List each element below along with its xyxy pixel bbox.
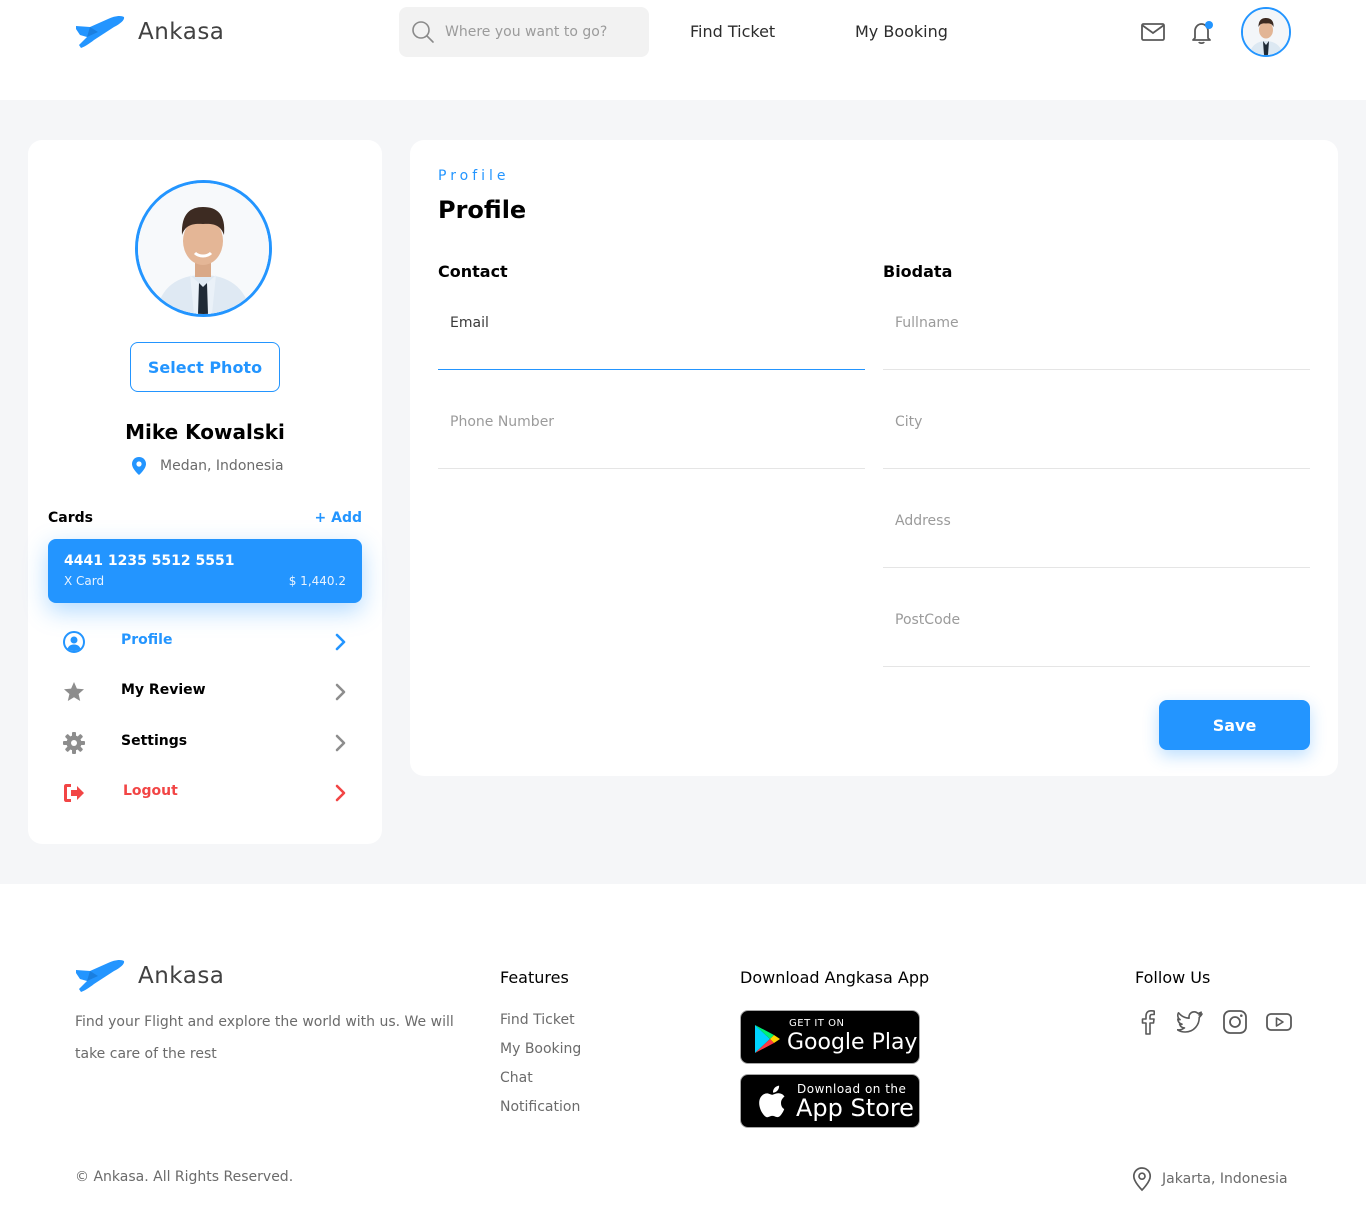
select-photo-button[interactable]: Select Photo (130, 342, 280, 392)
google-play-icon (755, 1025, 780, 1053)
nav-find-ticket[interactable]: Find Ticket (690, 22, 775, 41)
profile-photo-image (138, 183, 269, 314)
email-input[interactable] (450, 338, 850, 360)
avatar-image (1243, 9, 1289, 55)
card-type: X Card (64, 574, 105, 588)
logo[interactable]: Ankasa (74, 14, 224, 50)
user-location-text: Medan, Indonesia (160, 458, 284, 474)
email-label: Email (450, 315, 489, 331)
sidebar-item-profile[interactable]: Profile (48, 622, 362, 662)
chevron-right-icon (335, 784, 346, 802)
google-play-big: Google Play (787, 1030, 918, 1055)
city-input[interactable] (895, 437, 1295, 459)
copyright: © Ankasa. All Rights Reserved. (75, 1169, 294, 1185)
chevron-right-icon (335, 633, 346, 651)
search-input[interactable] (445, 17, 640, 47)
google-play-badge[interactable]: GET IT ON Google Play (740, 1010, 920, 1064)
app-store-big: App Store (796, 1094, 914, 1122)
fullname-field[interactable]: Fullname (883, 290, 1310, 370)
footer-link-my-booking[interactable]: My Booking (500, 1041, 581, 1057)
plane-logo-icon (76, 959, 125, 992)
fullname-label: Fullname (895, 315, 959, 331)
youtube-icon[interactable] (1265, 1008, 1293, 1036)
star-icon (64, 682, 84, 701)
user-name: Mike Kowalski (125, 420, 285, 444)
chevron-right-icon (335, 683, 346, 701)
postcode-input[interactable] (895, 635, 1295, 657)
fullname-input[interactable] (895, 338, 1295, 360)
footer-link-chat[interactable]: Chat (500, 1070, 533, 1086)
facebook-icon[interactable] (1134, 1008, 1162, 1036)
twitter-icon[interactable] (1177, 1008, 1205, 1036)
footer-description: Find your Flight and explore the world w… (75, 1014, 454, 1062)
plane-logo-icon (76, 15, 125, 49)
map-pin-icon (1132, 1167, 1152, 1192)
phone-number-label: Phone Number (450, 414, 555, 430)
section-eyebrow: Profile (438, 168, 510, 184)
logout-icon (64, 784, 84, 802)
user-location: Medan, Indonesia (130, 456, 284, 476)
bell-icon[interactable] (1189, 20, 1215, 46)
email-field[interactable]: Email (438, 290, 865, 370)
notification-dot (1205, 21, 1213, 29)
gear-icon (63, 732, 85, 754)
page-title: Profile (438, 196, 527, 224)
mail-icon[interactable] (1140, 20, 1166, 44)
add-card-link[interactable]: + Add (315, 510, 362, 526)
sidebar-item-my-review[interactable]: My Review (48, 672, 362, 712)
footer: Ankasa Find your Flight and explore the … (0, 884, 1366, 1224)
profile-sidebar: Select Photo Mike Kowalski Medan, Indone… (28, 140, 382, 844)
follow-title: Follow Us (1135, 968, 1211, 987)
address-label: Address (895, 513, 951, 529)
user-circle-icon (63, 631, 85, 653)
address-input[interactable] (895, 536, 1295, 558)
sidebar-item-logout[interactable]: Logout (48, 773, 362, 813)
footer-logo-text: Ankasa (138, 963, 225, 989)
phone-number-input[interactable] (450, 437, 850, 459)
sidebar-item-label: Profile (121, 632, 173, 648)
map-pin-icon (132, 457, 146, 475)
address-field[interactable]: Address (883, 488, 1310, 568)
footer-location: Jakarta, Indonesia (1130, 1166, 1288, 1192)
save-button[interactable]: Save (1159, 700, 1310, 750)
google-play-small: GET IT ON (789, 1018, 845, 1029)
cards-label: Cards (48, 510, 93, 526)
avatar[interactable] (1241, 7, 1291, 57)
postcode-label: PostCode (895, 612, 961, 628)
search-box[interactable] (399, 7, 649, 57)
payment-card[interactable]: 4441 1235 5512 5551 X Card $ 1,440.2 (48, 539, 362, 603)
download-title: Download Angkasa App (740, 968, 930, 987)
features-title: Features (500, 968, 569, 987)
sidebar-item-label: Logout (123, 783, 178, 799)
search-icon (412, 21, 434, 43)
logo-text: Ankasa (138, 19, 225, 45)
postcode-field[interactable]: PostCode (883, 587, 1310, 667)
sidebar-item-label: Settings (121, 733, 188, 749)
profile-photo (135, 180, 272, 317)
card-number: 4441 1235 5512 5551 (64, 553, 235, 569)
top-navbar: Ankasa Find Ticket My Booking (0, 0, 1366, 100)
footer-logo[interactable]: Ankasa (74, 958, 224, 994)
apple-icon (759, 1085, 785, 1118)
sidebar-item-label: My Review (121, 682, 206, 698)
app-store-badge[interactable]: Download on the App Store (740, 1074, 920, 1128)
footer-link-find-ticket[interactable]: Find Ticket (500, 1012, 575, 1028)
city-field[interactable]: City (883, 389, 1310, 469)
biodata-title: Biodata (883, 262, 953, 281)
footer-location-text: Jakarta, Indonesia (1162, 1171, 1288, 1187)
profile-form-panel: Profile Profile Contact Biodata Email Ph… (410, 140, 1338, 776)
sidebar-item-settings[interactable]: Settings (48, 723, 362, 763)
phone-number-field[interactable]: Phone Number (438, 389, 865, 469)
card-balance: $ 1,440.2 (288, 574, 346, 588)
footer-link-notification[interactable]: Notification (500, 1099, 580, 1115)
contact-title: Contact (438, 262, 508, 281)
city-label: City (895, 414, 923, 430)
chevron-right-icon (335, 734, 346, 752)
nav-my-booking[interactable]: My Booking (855, 22, 948, 41)
instagram-icon[interactable] (1221, 1008, 1249, 1036)
